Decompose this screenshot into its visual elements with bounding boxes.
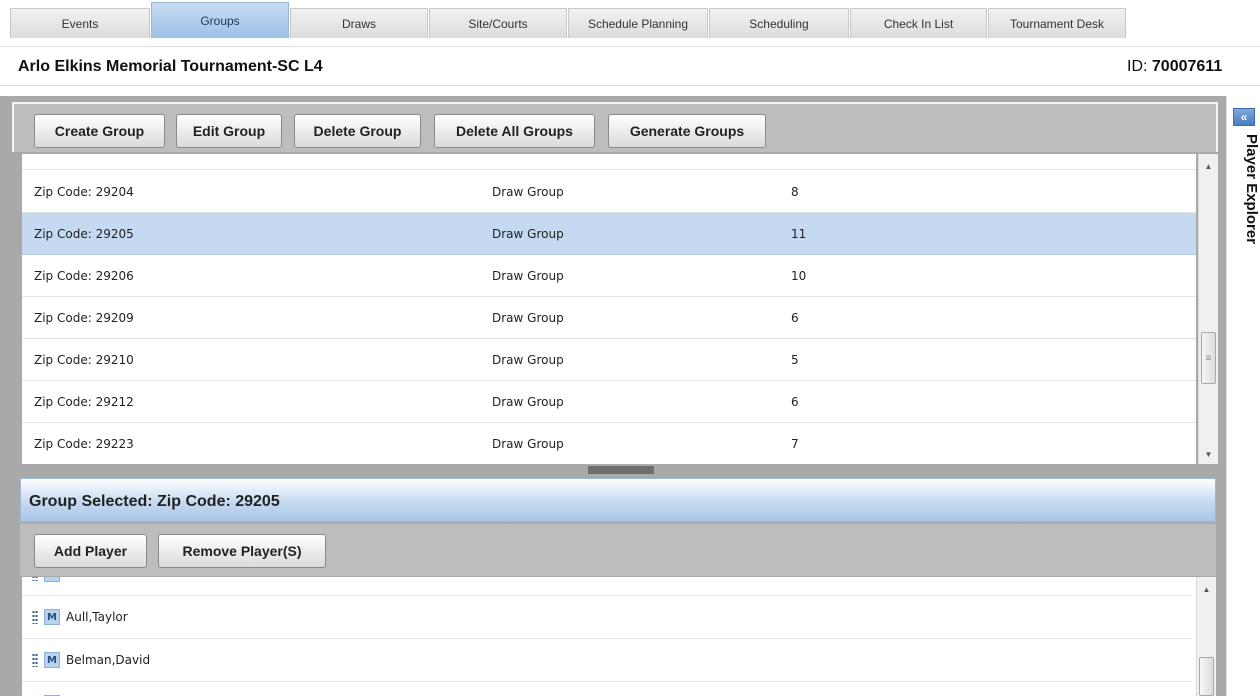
- table-row[interactable]: Zip Code: 29206 Draw Group 10: [22, 255, 1196, 297]
- delete-group-button[interactable]: Delete Group: [294, 114, 421, 148]
- group-count-cell: 10: [791, 269, 807, 283]
- create-group-button[interactable]: Create Group: [34, 114, 165, 148]
- groups-scrollbar[interactable]: ▲ ≡ ▼: [1198, 154, 1218, 464]
- table-row[interactable]: Zip Code: 29210 Draw Group 5: [22, 339, 1196, 381]
- group-name-cell: Zip Code: 29210: [34, 353, 134, 367]
- groups-grid: Zip Code: 29204 Draw Group 8 Zip Code: 2…: [22, 154, 1196, 464]
- player-name: Belman,David: [66, 653, 151, 667]
- male-badge-icon: [44, 577, 60, 582]
- table-row[interactable]: Zip Code: 29223 Draw Group 7: [22, 423, 1196, 464]
- remove-players-button[interactable]: Remove Player(S): [158, 534, 326, 568]
- group-type-cell: Draw Group: [492, 353, 564, 367]
- scroll-down-icon[interactable]: ▼: [1199, 446, 1218, 462]
- tab-label: Groups: [200, 13, 240, 28]
- group-name-cell: Zip Code: 29223: [34, 437, 134, 451]
- group-name-cell: Zip Code: 29212: [34, 395, 134, 409]
- group-count-cell: 6: [791, 311, 799, 325]
- group-type-cell: Draw Group: [492, 311, 564, 325]
- group-type-cell: Draw Group: [492, 437, 564, 451]
- drag-handle-icon[interactable]: [32, 653, 38, 667]
- edit-group-button[interactable]: Edit Group: [176, 114, 282, 148]
- table-row-selected[interactable]: Zip Code: 29205 Draw Group 11: [22, 213, 1196, 255]
- drag-handle-icon[interactable]: [32, 577, 38, 581]
- tab-groups[interactable]: Groups: [151, 2, 289, 38]
- list-item[interactable]: M Belman,David: [22, 639, 1192, 682]
- generate-groups-button[interactable]: Generate Groups: [608, 114, 766, 148]
- group-type-cell: Draw Group: [492, 269, 564, 283]
- tab-label: Tournament Desk: [1009, 16, 1105, 31]
- list-item-partial: [22, 577, 1192, 596]
- scroll-up-icon[interactable]: ▲: [1199, 158, 1218, 174]
- player-explorer-panel: « Player Explorer: [1226, 96, 1260, 696]
- tournament-header: Arlo Elkins Memorial Tournament-SC L4 ID…: [0, 46, 1260, 86]
- group-type-cell: Draw Group: [492, 227, 564, 241]
- group-name-cell: Zip Code: 29209: [34, 311, 134, 325]
- scroll-thumb[interactable]: ≡: [1201, 332, 1216, 384]
- group-type-cell: Draw Group: [492, 185, 564, 199]
- tab-draws[interactable]: Draws: [290, 8, 428, 38]
- pane-splitter-handle[interactable]: [588, 466, 654, 474]
- tournament-id-value: 70007611: [1151, 58, 1223, 75]
- tab-check-in-list[interactable]: Check In List: [850, 8, 987, 38]
- male-badge-icon: M: [44, 652, 60, 668]
- group-count-cell: 5: [791, 353, 799, 367]
- tab-label: Events: [61, 16, 99, 31]
- tab-label: Check In List: [883, 16, 954, 31]
- tournament-id-label: ID:: [1127, 58, 1148, 75]
- selected-group-header: Group Selected: Zip Code: 29205: [20, 478, 1216, 522]
- groups-toolbar: Create Group Edit Group Delete Group Del…: [12, 102, 1218, 152]
- group-count-cell: 7: [791, 437, 799, 451]
- table-row-partial: [22, 154, 1196, 170]
- tab-tournament-desk[interactable]: Tournament Desk: [988, 8, 1126, 38]
- tournament-title: Arlo Elkins Memorial Tournament-SC L4: [18, 58, 323, 75]
- list-item[interactable]: M Aull,Taylor: [22, 596, 1192, 639]
- group-count-cell: 6: [791, 395, 799, 409]
- collapse-panel-icon[interactable]: «: [1233, 108, 1255, 126]
- drag-handle-icon[interactable]: [32, 610, 38, 624]
- tab-schedule-planning[interactable]: Schedule Planning: [568, 8, 708, 38]
- tab-site-courts[interactable]: Site/Courts: [429, 8, 567, 38]
- male-badge-icon: M: [44, 609, 60, 625]
- tab-label: Schedule Planning: [587, 16, 689, 31]
- scroll-thumb[interactable]: [1199, 657, 1214, 696]
- group-count-cell: 11: [791, 227, 807, 241]
- group-count-cell: 8: [791, 185, 799, 199]
- player-name: Aull,Taylor: [66, 610, 128, 624]
- delete-all-groups-button[interactable]: Delete All Groups: [434, 114, 595, 148]
- table-row[interactable]: Zip Code: 29204 Draw Group 8: [22, 171, 1196, 213]
- tournament-id: ID: 70007611: [1127, 58, 1222, 76]
- add-player-button[interactable]: Add Player: [34, 534, 147, 568]
- players-toolbar: Add Player Remove Player(S): [20, 524, 1216, 576]
- scroll-up-icon[interactable]: ▲: [1197, 581, 1216, 597]
- tab-scheduling[interactable]: Scheduling: [709, 8, 849, 38]
- group-name-cell: Zip Code: 29206: [34, 269, 134, 283]
- group-name-cell: Zip Code: 29204: [34, 185, 134, 199]
- group-type-cell: Draw Group: [492, 395, 564, 409]
- group-name-cell: Zip Code: 29205: [34, 227, 134, 241]
- tab-events[interactable]: Events: [10, 8, 150, 38]
- tab-label: Site/Courts: [468, 16, 528, 31]
- table-row[interactable]: Zip Code: 29212 Draw Group 6: [22, 381, 1196, 423]
- tab-label: Scheduling: [749, 16, 809, 31]
- list-item-partial: [22, 682, 1192, 696]
- tab-label: Draws: [341, 16, 376, 31]
- selected-group-label: Group Selected: Zip Code: 29205: [29, 493, 280, 510]
- tab-bar: Events Groups Draws Site/Courts Schedule…: [0, 0, 1260, 44]
- table-row[interactable]: Zip Code: 29209 Draw Group 6: [22, 297, 1196, 339]
- players-scrollbar[interactable]: ▲: [1196, 577, 1216, 696]
- player-explorer-title[interactable]: Player Explorer: [1243, 134, 1260, 244]
- players-list: M Aull,Taylor M Belman,David: [22, 577, 1216, 696]
